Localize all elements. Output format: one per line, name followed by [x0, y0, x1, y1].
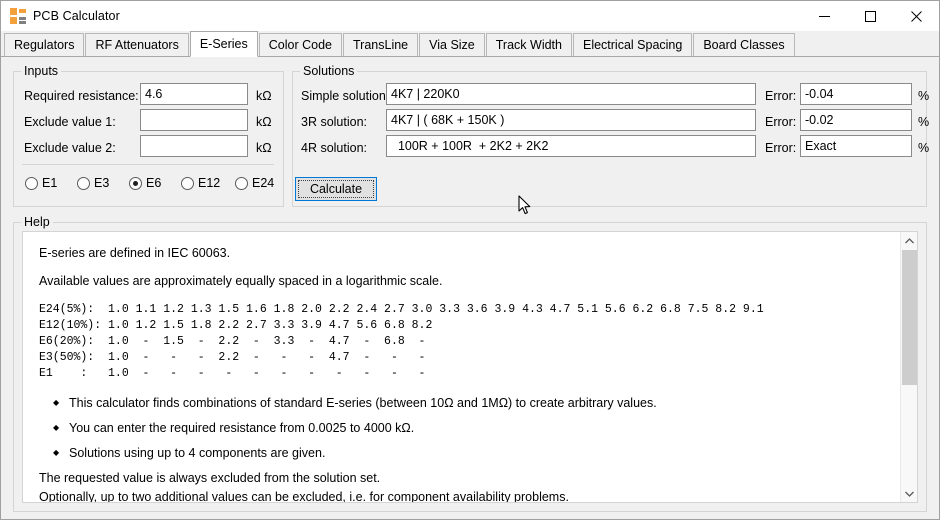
radio-e12-button[interactable] [181, 177, 194, 190]
exclude-value-1-input[interactable] [140, 109, 248, 131]
three-r-solution-percent: % [918, 115, 929, 129]
exclude-value-2-input[interactable] [140, 135, 248, 157]
help-bullet-2: You can enter the required resistance fr… [39, 421, 901, 436]
simple-solution-error-value[interactable] [800, 83, 912, 105]
radio-e24[interactable]: E24 [235, 176, 274, 190]
radio-e1-label: E1 [42, 176, 57, 190]
help-group: Help E-series are defined in IEC 60063. … [13, 215, 927, 512]
radio-e12-label: E12 [198, 176, 220, 190]
calculate-button-label: Calculate [310, 182, 362, 196]
e-series-panel: Inputs Required resistance: kΩ Exclude v… [1, 57, 939, 519]
radio-e24-label: E24 [252, 176, 274, 190]
help-paragraph-3: The requested value is always excluded f… [39, 471, 901, 486]
three-r-solution-label: 3R solution: [301, 115, 367, 129]
title-bar: PCB Calculator [1, 1, 939, 31]
minimize-button[interactable] [801, 1, 847, 31]
exclude-value-1-label: Exclude value 1: [24, 115, 116, 129]
four-r-solution-percent: % [918, 141, 929, 155]
tab-electrical-spacing[interactable]: Electrical Spacing [573, 33, 692, 56]
radio-e3-label: E3 [94, 176, 109, 190]
tab-color-code[interactable]: Color Code [259, 33, 342, 56]
four-r-solution-value[interactable] [386, 135, 756, 157]
three-r-solution-value[interactable] [386, 109, 756, 131]
radio-e12[interactable]: E12 [181, 176, 220, 190]
scroll-up-arrow-icon[interactable] [901, 232, 918, 249]
three-r-solution-error-value[interactable] [800, 109, 912, 131]
tab-transline[interactable]: TransLine [343, 33, 418, 56]
help-bullet-list: This calculator finds combinations of st… [39, 396, 901, 461]
required-resistance-unit: kΩ [256, 89, 272, 103]
radio-e1[interactable]: E1 [25, 176, 57, 190]
tab-rf-attenuators[interactable]: RF Attenuators [85, 33, 188, 56]
help-bullet-3: Solutions using up to 4 components are g… [39, 446, 901, 461]
tab-e-series[interactable]: E-Series [190, 31, 258, 57]
help-group-title: Help [21, 215, 53, 229]
tab-strip: Regulators RF Attenuators E-Series Color… [1, 31, 939, 57]
tab-regulators[interactable]: Regulators [4, 33, 84, 56]
close-button[interactable] [893, 1, 939, 31]
help-paragraph-4: Optionally, up to two additional values … [39, 490, 901, 503]
help-content: E-series are defined in IEC 60063. Avail… [23, 232, 901, 503]
calculator-icon [10, 8, 26, 24]
exclude-value-2-label: Exclude value 2: [24, 141, 116, 155]
e-series-value-table: E24(5%): 1.0 1.1 1.2 1.3 1.5 1.6 1.8 2.0… [39, 302, 901, 382]
radio-e24-button[interactable] [235, 177, 248, 190]
exclude-value-2-unit: kΩ [256, 141, 272, 155]
window-controls [801, 1, 939, 31]
window-title: PCB Calculator [33, 9, 120, 23]
help-paragraph-1: E-series are defined in IEC 60063. [39, 246, 901, 261]
help-vertical-scrollbar[interactable] [900, 232, 917, 502]
calculate-button[interactable]: Calculate [295, 177, 377, 201]
help-paragraph-2: Available values are approximately equal… [39, 274, 901, 289]
scrollbar-thumb[interactable] [902, 250, 917, 385]
radio-e3[interactable]: E3 [77, 176, 109, 190]
radio-e1-button[interactable] [25, 177, 38, 190]
radio-e3-button[interactable] [77, 177, 90, 190]
simple-solution-label: Simple solution: [301, 89, 389, 103]
simple-solution-error-label: Error: [765, 89, 796, 103]
four-r-solution-error-label: Error: [765, 141, 796, 155]
tab-board-classes[interactable]: Board Classes [693, 33, 794, 56]
inputs-group-title: Inputs [21, 64, 61, 78]
four-r-solution-error-value[interactable] [800, 135, 912, 157]
three-r-solution-error-label: Error: [765, 115, 796, 129]
exclude-value-1-unit: kΩ [256, 115, 272, 129]
maximize-button[interactable] [847, 1, 893, 31]
required-resistance-input[interactable] [140, 83, 248, 105]
four-r-solution-label: 4R solution: [301, 141, 367, 155]
simple-solution-percent: % [918, 89, 929, 103]
solutions-group-title: Solutions [300, 64, 357, 78]
simple-solution-value[interactable] [386, 83, 756, 105]
solutions-group: Solutions Simple solution: Error: % 3R s… [292, 64, 927, 207]
radio-e6-button[interactable] [129, 177, 142, 190]
inputs-group: Inputs Required resistance: kΩ Exclude v… [13, 64, 284, 207]
pcb-calculator-window: PCB Calculator Regulators RF Attenuators… [0, 0, 940, 520]
radio-e6-label: E6 [146, 176, 161, 190]
required-resistance-label: Required resistance: [24, 89, 139, 103]
help-text-panel[interactable]: E-series are defined in IEC 60063. Avail… [22, 231, 918, 503]
inputs-separator [22, 164, 274, 165]
scroll-down-arrow-icon[interactable] [901, 485, 918, 502]
tab-via-size[interactable]: Via Size [419, 33, 485, 56]
radio-e6[interactable]: E6 [129, 176, 161, 190]
tab-track-width[interactable]: Track Width [486, 33, 572, 56]
help-bullet-1: This calculator finds combinations of st… [39, 396, 901, 411]
